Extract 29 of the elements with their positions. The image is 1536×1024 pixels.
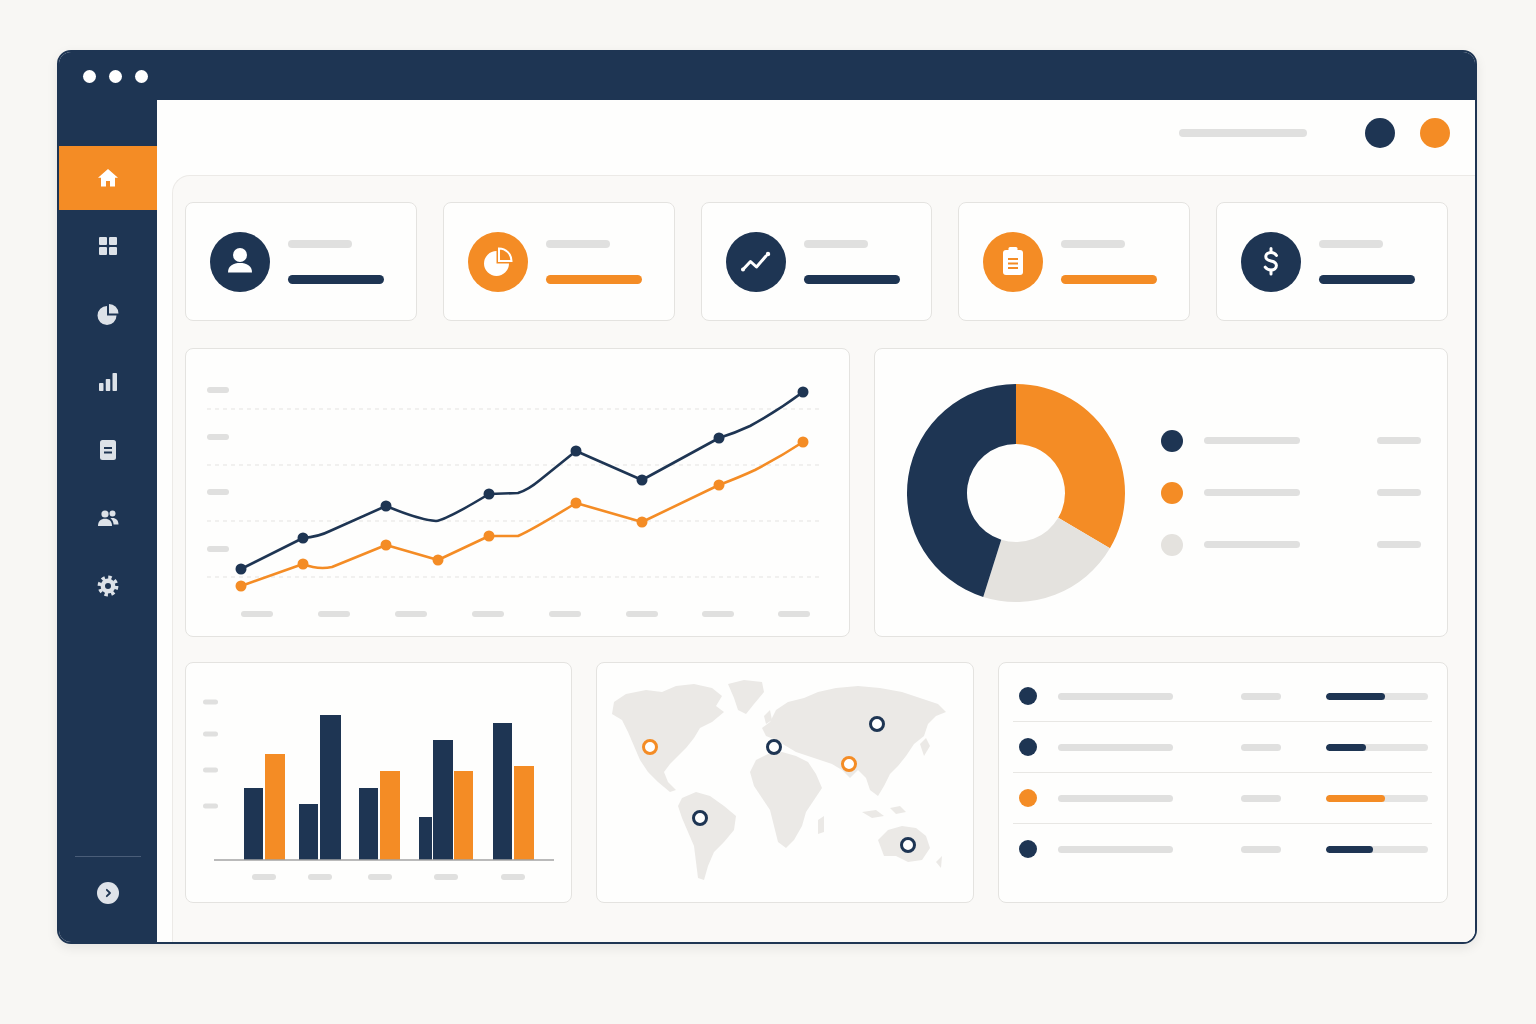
window-control-icon[interactable] <box>135 69 148 83</box>
grid-icon <box>96 234 120 258</box>
home-icon <box>96 166 120 190</box>
text-placeholder <box>1319 239 1384 248</box>
expand-sidebar-button[interactable] <box>97 882 119 904</box>
text-placeholder <box>1061 239 1126 248</box>
text-placeholder <box>1241 743 1281 751</box>
window-control-icon[interactable] <box>109 69 122 83</box>
map-marker-icon[interactable] <box>642 739 658 755</box>
text-placeholder <box>545 239 610 248</box>
map-marker-icon[interactable] <box>841 756 857 772</box>
text-placeholder <box>288 239 352 248</box>
pie-chart-icon <box>96 302 120 326</box>
map-marker-icon[interactable] <box>869 716 885 732</box>
avatar-icon[interactable] <box>1365 118 1395 148</box>
window-control-icon[interactable] <box>83 69 96 83</box>
text-placeholder <box>1241 794 1281 802</box>
chevron-right-icon <box>103 888 113 898</box>
text-placeholder <box>1241 845 1281 853</box>
text-placeholder <box>1377 541 1421 548</box>
map-marker-icon[interactable] <box>766 739 782 755</box>
text-placeholder <box>1241 692 1281 700</box>
map-marker-icon[interactable] <box>692 810 708 826</box>
settings-icon <box>96 574 120 598</box>
map-marker-icon[interactable] <box>900 837 916 853</box>
bar-chart-icon <box>96 370 120 394</box>
text-placeholder <box>1377 437 1421 444</box>
text-placeholder <box>1377 489 1421 496</box>
text-placeholder <box>803 239 868 248</box>
